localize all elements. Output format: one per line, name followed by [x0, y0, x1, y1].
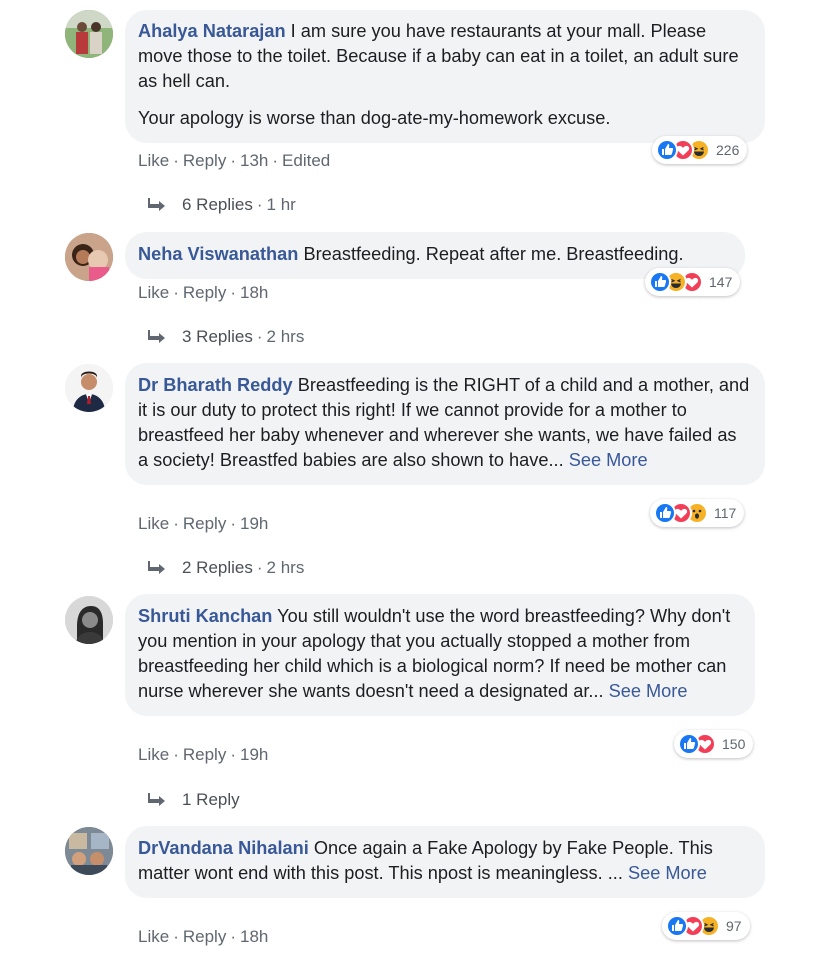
- like-link[interactable]: Like: [138, 927, 169, 946]
- see-more-link[interactable]: See More: [609, 681, 688, 701]
- separator: ·: [230, 151, 236, 170]
- see-more-link[interactable]: See More: [569, 450, 648, 470]
- separator: ·: [173, 514, 179, 533]
- timestamp[interactable]: 19h: [240, 514, 268, 533]
- reactions-summary[interactable]: 147: [645, 268, 741, 296]
- comment-text: Breastfeeding. Repeat after me. Breastfe…: [303, 244, 684, 264]
- timestamp[interactable]: 19h: [240, 745, 268, 764]
- comment-bubble: Dr Bharath Reddy Breastfeeding is the RI…: [125, 363, 765, 485]
- see-more-link[interactable]: See More: [628, 863, 707, 883]
- like-reaction-icon: [656, 139, 678, 161]
- reply-link[interactable]: Reply: [183, 745, 226, 764]
- separator: ·: [230, 745, 236, 764]
- separator: ·: [230, 927, 236, 946]
- comment-bubble: Ahalya Natarajan I am sure you have rest…: [125, 10, 765, 143]
- avatar[interactable]: [65, 233, 113, 281]
- reply-arrow-icon: [148, 330, 165, 343]
- comment-actions: Like · Reply · 18h: [138, 283, 268, 303]
- like-link[interactable]: Like: [138, 514, 169, 533]
- replies-time: 2 hrs: [266, 558, 305, 577]
- replies-time: 1 hr: [266, 195, 296, 214]
- avatar[interactable]: [65, 364, 113, 412]
- separator: ·: [272, 151, 279, 170]
- reply-arrow-icon: [148, 198, 165, 211]
- like-reaction-icon: [678, 733, 700, 755]
- reactions-summary[interactable]: 150: [674, 730, 754, 758]
- separator: ·: [230, 283, 236, 302]
- comment-author[interactable]: Ahalya Natarajan: [138, 21, 286, 41]
- view-replies[interactable]: 3 Replies · 2 hrs: [148, 327, 304, 347]
- comment-bubble: DrVandana Nihalani Once again a Fake Apo…: [125, 826, 765, 898]
- comment-actions: Like · Reply · 18h: [138, 927, 268, 947]
- comment-bubble: Shruti Kanchan You still wouldn't use th…: [125, 594, 755, 716]
- comment-actions: Like · Reply · 19h: [138, 745, 268, 765]
- reaction-count: 226: [716, 142, 740, 158]
- timestamp[interactable]: 13h: [240, 151, 268, 170]
- reaction-count: 150: [722, 736, 746, 752]
- like-reaction-icon: [666, 915, 688, 937]
- separator: ·: [256, 558, 263, 577]
- replies-count[interactable]: 6 Replies: [182, 195, 253, 215]
- separator: ·: [173, 927, 179, 946]
- view-replies[interactable]: 2 Replies · 2 hrs: [148, 558, 304, 578]
- comment-author[interactable]: Shruti Kanchan: [138, 606, 272, 626]
- comment-author[interactable]: Dr Bharath Reddy: [138, 375, 293, 395]
- replies-count[interactable]: 2 Replies: [182, 558, 253, 578]
- separator: ·: [173, 151, 179, 170]
- edited-label: Edited: [282, 151, 331, 170]
- reply-arrow-icon: [148, 561, 165, 574]
- comment-actions: Like · Reply · 13h · Edited: [138, 151, 330, 171]
- replies-time: 2 hrs: [266, 327, 305, 346]
- comment-text: Your apology is worse than dog-ate-my-ho…: [138, 108, 611, 128]
- separator: ·: [230, 514, 236, 533]
- like-link[interactable]: Like: [138, 745, 169, 764]
- timestamp[interactable]: 18h: [240, 927, 268, 946]
- reply-link[interactable]: Reply: [183, 151, 226, 170]
- reply-link[interactable]: Reply: [183, 283, 226, 302]
- reactions-summary[interactable]: 97: [662, 912, 750, 940]
- comment-actions: Like · Reply · 19h: [138, 514, 268, 534]
- avatar[interactable]: [65, 596, 113, 644]
- view-replies[interactable]: 1 Reply: [148, 790, 240, 810]
- like-reaction-icon: [654, 502, 676, 524]
- replies-count[interactable]: 1 Reply: [182, 790, 240, 810]
- view-replies[interactable]: 6 Replies · 1 hr: [148, 195, 296, 215]
- reactions-summary[interactable]: 117: [650, 499, 745, 527]
- reply-link[interactable]: Reply: [183, 514, 226, 533]
- reply-arrow-icon: [148, 793, 165, 806]
- like-link[interactable]: Like: [138, 151, 169, 170]
- reaction-count: 117: [714, 505, 737, 521]
- separator: ·: [173, 283, 179, 302]
- comment-author[interactable]: DrVandana Nihalani: [138, 838, 309, 858]
- separator: ·: [256, 195, 263, 214]
- avatar[interactable]: [65, 10, 113, 58]
- reactions-summary[interactable]: 226: [652, 136, 748, 164]
- replies-count[interactable]: 3 Replies: [182, 327, 253, 347]
- avatar[interactable]: [65, 827, 113, 875]
- separator: ·: [256, 327, 263, 346]
- like-reaction-icon: [649, 271, 671, 293]
- timestamp[interactable]: 18h: [240, 283, 268, 302]
- like-link[interactable]: Like: [138, 283, 169, 302]
- separator: ·: [173, 745, 179, 764]
- reaction-count: 147: [709, 274, 733, 290]
- comment-author[interactable]: Neha Viswanathan: [138, 244, 298, 264]
- reply-link[interactable]: Reply: [183, 927, 226, 946]
- reaction-count: 97: [726, 918, 742, 934]
